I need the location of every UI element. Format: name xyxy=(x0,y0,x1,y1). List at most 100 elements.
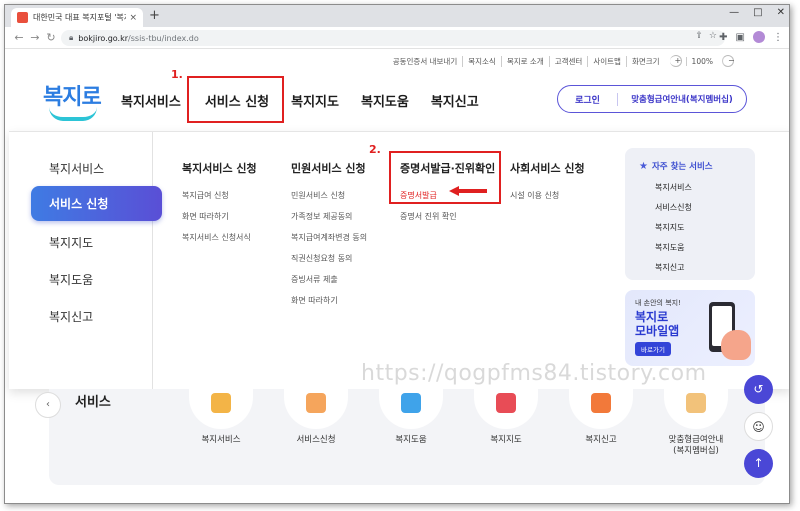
zoom-control: + 100% − xyxy=(665,55,739,67)
util-zoom-label: 화면크기 xyxy=(625,55,665,67)
service-label: 복지지도 xyxy=(490,435,522,445)
leftnav-welfare-map[interactable]: 복지지도 xyxy=(49,234,93,251)
minimize-button[interactable]: — xyxy=(729,7,739,18)
service-icon-bg xyxy=(379,389,443,429)
service-shortcut[interactable]: 복지서비스 xyxy=(181,389,261,446)
zoom-out-button[interactable]: − xyxy=(722,55,735,67)
lock-icon: 🔒︎ xyxy=(69,33,74,42)
leftnav-welfare-help[interactable]: 복지도움 xyxy=(49,271,93,288)
favorite-services-box: ★ 자주 찾는 서비스 복지서비스 서비스신청 복지지도 복지도움 복지신고 xyxy=(625,148,755,280)
annotation-arrow-icon xyxy=(449,186,487,196)
util-link-support[interactable]: 고객센터 xyxy=(548,55,588,67)
document-icon xyxy=(401,393,421,413)
star-icon: ★ xyxy=(639,160,648,172)
zoom-level: 100% xyxy=(685,56,718,66)
favorite-link[interactable]: 복지지도 xyxy=(655,222,741,233)
annotation-highlight-box-1 xyxy=(187,76,284,123)
favorite-link[interactable]: 복지신고 xyxy=(655,262,741,273)
watermark-text: https://qogpfms84.tistory.com xyxy=(361,361,707,386)
person-icon xyxy=(211,393,231,413)
service-section-title: 서비스 xyxy=(75,395,111,410)
util-link-about[interactable]: 복지로 소개 xyxy=(500,55,549,67)
scroll-top-button[interactable]: ↑ xyxy=(744,449,773,478)
hand-illustration xyxy=(721,330,751,360)
login-button[interactable]: 로그인 xyxy=(558,92,618,106)
menu-link[interactable]: 복지급여 신청 xyxy=(182,190,257,201)
service-label: 맞춤형급여안내 (복지멤버십) xyxy=(668,435,724,456)
favorite-link[interactable]: 서비스신청 xyxy=(655,202,741,213)
site-logo[interactable]: 복지로 xyxy=(43,79,103,127)
service-icon-bg xyxy=(189,389,253,429)
menu-link[interactable]: 화면 따라하기 xyxy=(291,295,367,306)
new-tab-button[interactable]: + xyxy=(149,8,160,23)
membership-guide-button[interactable]: 맞춤형급여안내(복지멤버십) xyxy=(618,93,746,105)
sidepanel-icon[interactable]: ▣ xyxy=(736,32,745,43)
browser-extension-icons: ✚ ▣ ⋮ xyxy=(719,31,783,43)
favorites-title: 자주 찾는 서비스 xyxy=(651,162,713,172)
menu-link[interactable]: 시설 이용 신청 xyxy=(510,190,585,201)
floating-chatbot-button[interactable]: ☺ xyxy=(744,412,773,441)
bookmark-star-icon[interactable]: ☆ xyxy=(709,31,717,41)
service-label: 서비스신청 xyxy=(296,435,336,445)
service-icon-bg xyxy=(284,389,348,429)
gnb-welfare-service[interactable]: 복지서비스 xyxy=(121,91,181,110)
menu-link-certificate-verify[interactable]: 증명서 진위 확인 xyxy=(400,211,495,222)
gnb-welfare-report[interactable]: 복지신고 xyxy=(431,91,479,110)
back-icon[interactable]: ← xyxy=(11,31,27,44)
zoom-in-button[interactable]: + xyxy=(669,55,682,67)
url-path: /ssis-tbu/index.do xyxy=(128,33,199,43)
service-icon-bg xyxy=(664,389,728,429)
service-label: 복지신고 xyxy=(585,435,617,445)
tab-close-icon[interactable]: × xyxy=(129,13,137,23)
favorite-link[interactable]: 복지서비스 xyxy=(655,182,741,193)
favorite-link[interactable]: 복지도움 xyxy=(655,242,741,253)
service-label: 복지서비스 xyxy=(201,435,241,445)
share-icon[interactable]: ⇪ xyxy=(695,31,703,41)
annotation-step-1: 1. xyxy=(171,68,183,81)
address-bar[interactable]: 🔒︎ bokjiro.go.kr/ssis-tbu/index.do ⇪ ☆ xyxy=(61,30,725,46)
service-shortcut[interactable]: 복지신고 xyxy=(561,389,641,446)
mobile-app-banner[interactable]: 내 손안의 복지! 복지로 모바일앱 바로가기 xyxy=(625,290,755,366)
reload-icon[interactable]: ↻ xyxy=(43,31,59,44)
url-host: bokjiro.go.kr xyxy=(78,33,129,43)
browser-window: 대한민국 대표 복지포털 '복지로' × + — □ ✕ ← → ↻ 🔒︎ bo… xyxy=(4,4,790,504)
service-shortcut[interactable]: 맞춤형급여안내 (복지멤버십) xyxy=(656,389,736,457)
menu-link[interactable]: 화면 따라하기 xyxy=(182,211,257,222)
floating-history-button[interactable]: ↺ xyxy=(744,375,773,404)
carousel-prev-button[interactable]: ‹ xyxy=(35,392,61,418)
menu-link[interactable]: 민원서비스 신청 xyxy=(291,190,367,201)
service-shortcut[interactable]: 복지도움 xyxy=(371,389,451,446)
gnb-welfare-map[interactable]: 복지지도 xyxy=(291,91,339,110)
menu-kebab-icon[interactable]: ⋮ xyxy=(773,32,783,43)
hand-icon xyxy=(306,393,326,413)
annotation-highlight-box-2 xyxy=(389,151,501,204)
banner-go-button[interactable]: 바로가기 xyxy=(635,342,671,356)
browser-tab[interactable]: 대한민국 대표 복지포털 '복지로' × xyxy=(11,8,143,27)
close-window-button[interactable]: ✕ xyxy=(777,7,785,18)
util-link-cert-export[interactable]: 공동인증서 내보내기 xyxy=(388,56,462,67)
service-shortcut[interactable]: 복지지도 xyxy=(466,389,546,446)
menu-link[interactable]: 가족정보 제공동의 xyxy=(291,211,367,222)
menu-link[interactable]: 복지서비스 신청서식 xyxy=(182,232,257,243)
menu-column-title: 복지서비스 신청 xyxy=(182,162,257,175)
profile-avatar[interactable] xyxy=(753,31,765,43)
favorites-header: ★ 자주 찾는 서비스 xyxy=(639,160,741,173)
service-shortcut[interactable]: 서비스신청 xyxy=(276,389,356,446)
leftnav-service-apply-active[interactable]: 서비스 신청 xyxy=(31,186,162,221)
forward-icon[interactable]: → xyxy=(27,31,43,44)
window-controls: — □ ✕ xyxy=(729,7,785,18)
service-icon-bg xyxy=(474,389,538,429)
menu-link[interactable]: 복지급여계좌변경 동의 xyxy=(291,232,367,243)
menu-link[interactable]: 증빙서류 제출 xyxy=(291,274,367,285)
extension-icon[interactable]: ✚ xyxy=(719,32,727,43)
leftnav-welfare-service[interactable]: 복지서비스 xyxy=(49,160,104,177)
leftnav-welfare-report[interactable]: 복지신고 xyxy=(49,308,93,325)
maximize-button[interactable]: □ xyxy=(753,7,762,18)
gnb-welfare-help[interactable]: 복지도움 xyxy=(361,91,409,110)
utility-bar: 공동인증서 내보내기 복지소식 복지로 소개 고객센터 사이트맵 화면크기 + … xyxy=(388,55,739,67)
menu-link[interactable]: 직권신청요청 동의 xyxy=(291,253,367,264)
menu-column-social-service: 사회서비스 신청 시설 이용 신청 xyxy=(510,160,585,211)
util-link-news[interactable]: 복지소식 xyxy=(462,55,501,67)
util-link-sitemap[interactable]: 사이트맵 xyxy=(587,55,626,67)
service-label: 복지도움 xyxy=(395,435,427,445)
